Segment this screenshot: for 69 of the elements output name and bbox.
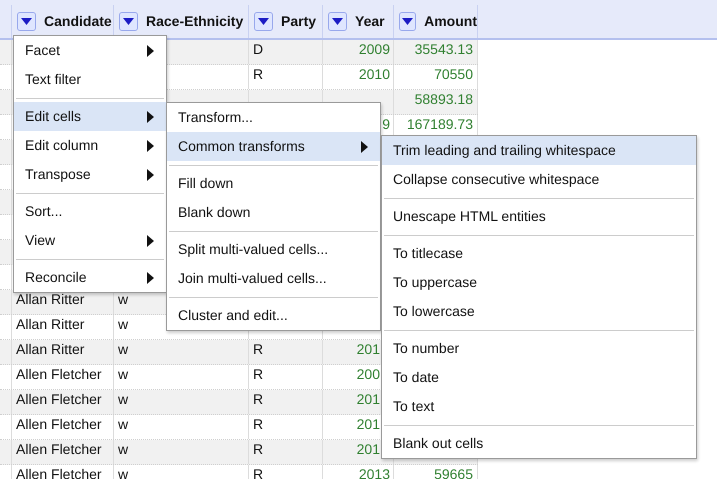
- caret-icon: [258, 18, 269, 25]
- table-cell: w: [114, 415, 249, 439]
- table-cell: 59665: [394, 465, 478, 479]
- menu-item[interactable]: Join multi-valued cells...: [167, 264, 380, 293]
- table-cell: Allan Ritter: [12, 340, 114, 364]
- table-cell: Allen Fletcher: [12, 440, 114, 464]
- menu-item[interactable]: Text filter: [14, 65, 166, 94]
- table-cell: R: [249, 440, 323, 464]
- submenu-arrow-icon: [147, 168, 154, 180]
- table-cell: 35543.13: [394, 40, 478, 64]
- table-cell: R: [249, 65, 323, 89]
- column-label: Race-Ethnicity: [146, 12, 244, 31]
- column-label: Amount: [424, 12, 477, 31]
- submenu-arrow-icon: [147, 272, 154, 284]
- caret-icon: [21, 18, 32, 25]
- menu-item[interactable]: Blank down: [167, 198, 380, 227]
- menu-item[interactable]: Reconcile: [14, 263, 166, 292]
- table-cell: R: [249, 465, 323, 479]
- menu-item[interactable]: Edit column: [14, 131, 166, 160]
- submenu-arrow-icon: [147, 110, 154, 122]
- table-cell: 70550: [394, 65, 478, 89]
- submenu-arrow-icon: [147, 44, 154, 56]
- table-cell: 2010: [323, 65, 394, 89]
- menu-item[interactable]: Fill down: [167, 169, 380, 198]
- menu-item[interactable]: To titlecase: [382, 239, 696, 268]
- table-cell: 2013: [323, 465, 394, 479]
- table-cell: R: [249, 415, 323, 439]
- table-cell: w: [114, 390, 249, 414]
- table-cell: R: [249, 390, 323, 414]
- table-cell: Allen Fletcher: [12, 365, 114, 389]
- table-cell: 58893.18: [394, 90, 478, 114]
- menu-item[interactable]: Facet: [14, 36, 166, 65]
- table-cell: w: [114, 365, 249, 389]
- menu-item[interactable]: To lowercase: [382, 297, 696, 326]
- table-cell: w: [114, 340, 249, 364]
- menu-item[interactable]: Sort...: [14, 197, 166, 226]
- menu-item[interactable]: To uppercase: [382, 268, 696, 297]
- menu-item[interactable]: Transpose: [14, 160, 166, 189]
- caret-icon: [123, 18, 134, 25]
- column-label: Year: [355, 12, 385, 31]
- table-cell: Allen Fletcher: [12, 465, 114, 479]
- menu-item[interactable]: Collapse consecutive whitespace: [382, 165, 696, 194]
- table-cell: 2009: [323, 40, 394, 64]
- submenu-arrow-icon: [147, 234, 154, 246]
- menu-item[interactable]: Split multi-valued cells...: [167, 235, 380, 264]
- submenu-arrow-icon: [361, 140, 368, 152]
- column-menu-button[interactable]: [328, 12, 347, 31]
- submenu-arrow-icon: [147, 140, 154, 152]
- column-menu-button[interactable]: [17, 12, 36, 31]
- column-label: Party: [281, 12, 316, 31]
- table-cell: Allan Ritter: [12, 315, 114, 339]
- column-label: Candidate: [44, 12, 112, 31]
- menu-item[interactable]: Trim leading and trailing whitespace: [382, 136, 696, 165]
- column-menu-button[interactable]: [399, 12, 416, 31]
- caret-icon: [332, 18, 343, 25]
- menu-item[interactable]: View: [14, 226, 166, 255]
- column-menu-button[interactable]: [119, 12, 138, 31]
- column-menu-button[interactable]: [254, 12, 273, 31]
- table-cell: Allen Fletcher: [12, 390, 114, 414]
- table-cell: w: [114, 440, 249, 464]
- menu-item[interactable]: Unescape HTML entities: [382, 202, 696, 231]
- table-cell: w: [114, 465, 249, 479]
- menu-item[interactable]: Edit cells: [14, 102, 166, 131]
- menu-item[interactable]: Common transforms: [167, 132, 380, 161]
- caret-icon: [402, 18, 414, 25]
- table-cell: D: [249, 40, 323, 64]
- table-cell: R: [249, 365, 323, 389]
- table-cell: R: [249, 340, 323, 364]
- table-cell: Allen Fletcher: [12, 415, 114, 439]
